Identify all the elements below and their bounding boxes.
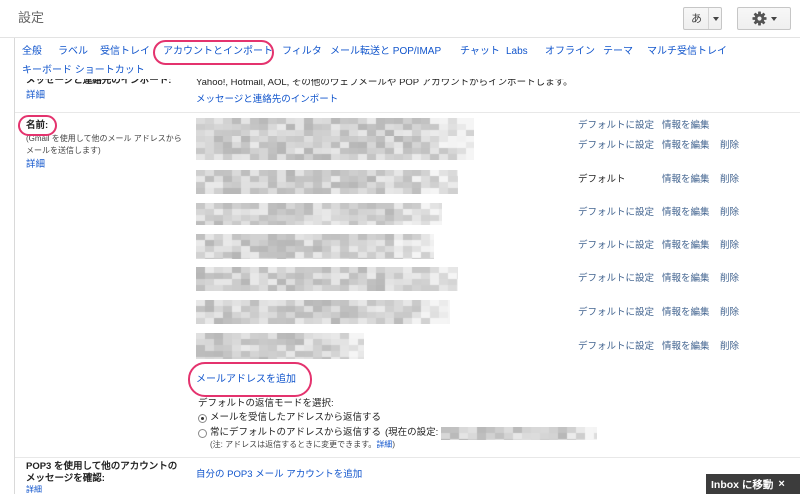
send-as-address-row: デフォルトに設定 情報を編集 削除 xyxy=(578,272,758,286)
reply-option-label: 常にデフォルトのアドレスから返信する xyxy=(210,427,382,438)
gear-icon xyxy=(751,11,767,26)
settings-tab-bar: 全般 ラベル 受信トレイ アカウントとインポート フィルタ メール転送と POP… xyxy=(15,38,800,79)
tab-labels[interactable]: ラベル xyxy=(58,45,88,59)
button-divider xyxy=(708,8,709,29)
delete-link[interactable]: 削除 xyxy=(720,139,739,153)
tab-themes[interactable]: テーマ xyxy=(603,45,633,59)
redacted-address-blur xyxy=(196,300,450,324)
set-default-link[interactable]: デフォルトに設定 xyxy=(578,119,654,133)
input-tools-button[interactable]: あ xyxy=(683,7,722,30)
delete-link[interactable]: 削除 xyxy=(720,306,739,320)
send-mail-as-label: 名前: xyxy=(26,120,49,131)
edit-info-link[interactable]: 情報を編集 xyxy=(662,173,710,187)
tab-forwarding-pop-imap[interactable]: メール転送と POP/IMAP xyxy=(330,45,441,59)
redacted-address-blur xyxy=(196,203,442,225)
current-setting-label: (現在の設定: xyxy=(385,427,439,438)
pop3-section-label: メッセージを確認: xyxy=(26,473,105,484)
default-address-label: デフォルト xyxy=(578,174,626,185)
redacted-address-blur xyxy=(196,267,458,291)
page-title: 設定 xyxy=(18,10,45,25)
import-mail-and-contacts-link[interactable]: メッセージと連絡先のインポート xyxy=(196,93,338,107)
set-default-link[interactable]: デフォルトに設定 xyxy=(578,340,654,354)
delete-link[interactable]: 削除 xyxy=(720,173,739,187)
send-as-address-row: デフォルトに設定 情報を編集 削除 xyxy=(578,306,758,320)
send-as-address-row: デフォルトに設定 情報を編集 削除 xyxy=(578,139,758,153)
delete-link[interactable]: 削除 xyxy=(720,239,739,253)
chevron-down-icon xyxy=(770,16,777,21)
edit-info-link[interactable]: 情報を編集 xyxy=(662,139,710,153)
set-default-link[interactable]: デフォルトに設定 xyxy=(578,272,654,286)
tab-accounts-and-import[interactable]: アカウントとインポート xyxy=(163,45,273,59)
import-learn-more-link[interactable]: 詳細 xyxy=(26,89,45,103)
edit-info-link[interactable]: 情報を編集 xyxy=(662,239,710,253)
redacted-address-blur xyxy=(441,426,598,440)
tab-keyboard-shortcuts[interactable]: キーボード ショートカット xyxy=(22,64,145,78)
section-divider xyxy=(15,457,800,458)
reply-note-learn-more-link[interactable]: 詳細 xyxy=(376,440,392,449)
edit-info-link[interactable]: 情報を編集 xyxy=(662,272,710,286)
reply-note-suffix: ) xyxy=(392,440,395,449)
chevron-down-icon xyxy=(713,16,719,21)
reply-mode-label: デフォルトの返信モードを選択: xyxy=(198,398,334,409)
send-as-address-row: デフォルトに設定 情報を編集 削除 xyxy=(578,340,758,354)
go-to-inbox-toast[interactable]: Inbox に移動 × xyxy=(706,474,800,494)
tab-general[interactable]: 全般 xyxy=(22,45,42,59)
send-as-address-row: デフォルトに設定 情報を編集 xyxy=(578,119,758,133)
send-mail-as-help: メールを送信します) xyxy=(26,146,101,155)
send-mail-as-learn-more-link[interactable]: 詳細 xyxy=(26,158,45,172)
send-as-address-row: デフォルト 情報を編集 削除 xyxy=(578,173,758,187)
send-as-address-row: デフォルトに設定 情報を編集 削除 xyxy=(578,239,758,253)
redacted-address-blur xyxy=(196,333,364,359)
reply-option-label: メールを受信したアドレスから返信する xyxy=(210,412,382,423)
tab-offline[interactable]: オフライン xyxy=(545,45,595,59)
edit-info-link[interactable]: 情報を編集 xyxy=(662,340,710,354)
tab-labs[interactable]: Labs xyxy=(506,45,528,59)
edit-info-link[interactable]: 情報を編集 xyxy=(662,306,710,320)
add-email-address-link[interactable]: メールアドレスを追加 xyxy=(196,373,296,387)
set-default-link[interactable]: デフォルトに設定 xyxy=(578,206,654,220)
pop3-learn-more-link[interactable]: 詳細 xyxy=(26,485,42,494)
settings-button[interactable] xyxy=(737,7,791,30)
reply-note: (注: アドレスは返信するときに変更できます。詳細) xyxy=(210,439,395,451)
redacted-address-blur xyxy=(196,118,474,136)
section-divider xyxy=(15,112,800,113)
reply-option-always-default[interactable]: 常にデフォルトのアドレスから返信する (現在の設定: xyxy=(198,426,598,440)
tab-filters[interactable]: フィルタ xyxy=(282,45,322,59)
pop3-section-label: POP3 を使用して他のアカウントの xyxy=(26,461,178,472)
redacted-address-blur xyxy=(196,136,474,160)
redacted-address-blur xyxy=(196,234,434,259)
settings-panel-border xyxy=(14,38,15,494)
add-pop3-account-link[interactable]: 自分の POP3 メール アカウントを追加 xyxy=(196,468,362,482)
tab-multiple-inboxes[interactable]: マルチ受信トレイ xyxy=(647,45,727,59)
delete-link[interactable]: 削除 xyxy=(720,340,739,354)
reply-option-from-received-address[interactable]: メールを受信したアドレスから返信する xyxy=(198,411,381,425)
close-icon[interactable]: × xyxy=(778,478,784,490)
toast-label[interactable]: Inbox に移動 xyxy=(711,477,773,492)
edit-info-link[interactable]: 情報を編集 xyxy=(662,119,710,133)
set-default-link[interactable]: デフォルトに設定 xyxy=(578,139,654,153)
tab-inbox[interactable]: 受信トレイ xyxy=(100,45,150,59)
radio-button[interactable] xyxy=(198,428,207,438)
send-mail-as-help: (Gmail を使用して他のメール アドレスから xyxy=(26,134,182,143)
radio-button[interactable] xyxy=(198,413,207,423)
edit-info-link[interactable]: 情報を編集 xyxy=(662,206,710,220)
reply-note-text: (注: アドレスは返信するときに変更できます。 xyxy=(210,440,377,449)
delete-link[interactable]: 削除 xyxy=(720,206,739,220)
set-default-link[interactable]: デフォルトに設定 xyxy=(578,306,654,320)
input-tools-label: あ xyxy=(691,12,702,25)
delete-link[interactable]: 削除 xyxy=(720,272,739,286)
redacted-address-blur xyxy=(196,170,458,194)
send-as-address-row: デフォルトに設定 情報を編集 削除 xyxy=(578,206,758,220)
tab-chat[interactable]: チャット xyxy=(460,45,500,59)
set-default-link[interactable]: デフォルトに設定 xyxy=(578,239,654,253)
